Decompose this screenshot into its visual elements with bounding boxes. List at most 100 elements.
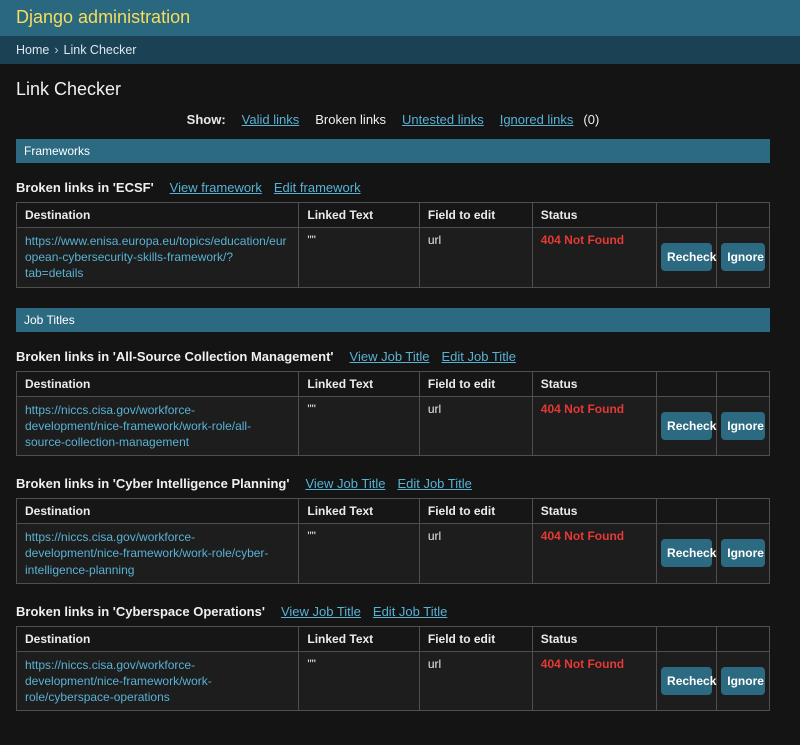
recheck-button[interactable]: Recheck [661, 539, 716, 568]
col-header-destination: Destination [15, 202, 300, 228]
col-header-field-to-edit: Field to edit [418, 370, 533, 397]
col-header-linked-text: Linked Text [298, 370, 420, 397]
col-header-action-1 [656, 625, 718, 652]
links-table-ecsf: Destination Linked Text Field to edit St… [15, 202, 770, 288]
ignore-cell: Ignore [716, 650, 770, 712]
col-header-field-to-edit: Field to edit [418, 498, 533, 525]
status-cell: 404 Not Found [531, 395, 658, 457]
ignored-links-count: (0) [583, 112, 600, 127]
col-header-status: Status [531, 370, 658, 397]
linked-text-cell: "" [298, 227, 420, 288]
recheck-button[interactable]: Recheck [661, 411, 716, 440]
page-title: Link Checker [16, 79, 122, 99]
filter-broken-links: Broken links [315, 112, 387, 127]
ignore-button[interactable]: Ignore [721, 539, 765, 568]
linked-text-cell: "" [298, 523, 420, 584]
ignore-button[interactable]: Ignore [721, 666, 765, 695]
recheck-button[interactable]: Recheck [661, 666, 716, 695]
col-header-action-1 [656, 498, 718, 525]
col-header-linked-text: Linked Text [298, 202, 420, 228]
destination-cell: https://www.enisa.europa.eu/topics/educa… [15, 227, 300, 288]
edit-job-title-link[interactable]: Edit Job Title [397, 476, 471, 491]
view-job-title-link[interactable]: View Job Title [350, 349, 430, 364]
recheck-cell: Recheck [656, 523, 718, 584]
recheck-button[interactable]: Recheck [661, 243, 716, 272]
links-table-cyber-intel: Destination Linked Text Field to edit St… [15, 498, 770, 584]
field-to-edit-cell: url [418, 523, 533, 584]
group-heading-title: Broken links in 'ECSF' [16, 180, 154, 195]
col-header-linked-text: Linked Text [298, 498, 420, 525]
col-header-linked-text: Linked Text [298, 625, 420, 652]
field-to-edit-cell: url [418, 395, 533, 457]
col-header-status: Status [531, 498, 658, 525]
links-table-all-source: Destination Linked Text Field to edit St… [15, 370, 770, 457]
recheck-cell: Recheck [656, 650, 718, 712]
view-job-title-link[interactable]: View Job Title [281, 604, 361, 619]
table-row: https://niccs.cisa.gov/workforce-develop… [15, 650, 770, 712]
col-header-action-2 [716, 625, 770, 652]
main-content: Link Checker Show: Valid links Broken link… [0, 79, 800, 745]
group-heading-title: Broken links in 'Cyberspace Operations' [16, 603, 265, 619]
ignore-button[interactable]: Ignore [721, 243, 765, 272]
destination-link[interactable]: https://www.enisa.europa.eu/topics/educa… [25, 234, 287, 280]
ignore-cell: Ignore [716, 227, 770, 288]
status-cell: 404 Not Found [531, 227, 658, 288]
field-to-edit-cell: url [418, 227, 533, 288]
col-header-action-2 [716, 202, 770, 228]
col-header-action-1 [656, 370, 718, 397]
section-caption-job-titles: Job Titles [16, 307, 770, 332]
ignore-cell: Ignore [716, 395, 770, 457]
col-header-field-to-edit: Field to edit [418, 625, 533, 652]
site-title: Django administration [16, 7, 191, 27]
destination-cell: https://niccs.cisa.gov/workforce-develop… [15, 523, 300, 584]
destination-link[interactable]: https://niccs.cisa.gov/workforce-develop… [25, 530, 268, 576]
col-header-action-2 [716, 498, 770, 525]
group-heading-title: Broken links in 'Cyber Intelligence Plan… [16, 476, 290, 492]
linked-text-cell: "" [298, 650, 420, 712]
status-badge: 404 Not Found [540, 233, 625, 247]
edit-job-title-link[interactable]: Edit Job Title [442, 349, 516, 364]
destination-cell: https://niccs.cisa.gov/workforce-develop… [15, 395, 300, 457]
status-badge: 404 Not Found [540, 529, 625, 544]
ignore-cell: Ignore [716, 523, 770, 584]
group-heading-all-source: Broken links in 'All-Source Collection M… [16, 349, 770, 364]
filter-ignored-links[interactable]: Ignored links [500, 112, 574, 127]
col-header-status: Status [531, 202, 658, 228]
breadcrumb-home-link[interactable]: Home [16, 43, 49, 57]
view-framework-link[interactable]: View framework [170, 180, 262, 195]
col-header-action-1 [656, 202, 718, 228]
breadcrumb-current: Link Checker [63, 43, 137, 57]
table-row: https://niccs.cisa.gov/workforce-develop… [15, 395, 770, 457]
field-to-edit-cell: url [418, 650, 533, 712]
group-heading-ecsf: Broken links in 'ECSF' View framework Edit… [16, 180, 770, 195]
status-badge: 404 Not Found [540, 401, 625, 416]
table-header-row: Destination Linked Text Field to edit St… [15, 625, 770, 652]
destination-link[interactable]: https://niccs.cisa.gov/workforce-develop… [25, 403, 251, 449]
links-table-cyberspace-ops: Destination Linked Text Field to edit St… [15, 625, 770, 712]
table-row: https://www.enisa.europa.eu/topics/educa… [15, 227, 770, 288]
destination-cell: https://niccs.cisa.gov/workforce-develop… [15, 650, 300, 712]
filter-valid-links[interactable]: Valid links [242, 112, 300, 127]
recheck-cell: Recheck [656, 395, 718, 457]
col-header-destination: Destination [15, 498, 300, 525]
site-header: Django administration [0, 0, 800, 36]
destination-link[interactable]: https://niccs.cisa.gov/workforce-develop… [25, 658, 212, 704]
view-job-title-link[interactable]: View Job Title [305, 476, 385, 491]
ignore-button[interactable]: Ignore [721, 411, 765, 440]
filter-untested-links[interactable]: Untested links [402, 112, 484, 127]
table-header-row: Destination Linked Text Field to edit St… [15, 202, 770, 228]
status-cell: 404 Not Found [531, 650, 658, 712]
show-filter-bar: Show: Valid links Broken links Untested lin… [16, 112, 770, 127]
edit-framework-link[interactable]: Edit framework [274, 180, 361, 195]
group-heading-cyber-intel: Broken links in 'Cyber Intelligence Plan… [16, 476, 770, 491]
breadcrumb: Home › Link Checker [0, 36, 800, 64]
edit-job-title-link[interactable]: Edit Job Title [373, 604, 447, 619]
section-caption-frameworks: Frameworks [16, 139, 770, 163]
col-header-destination: Destination [15, 625, 300, 652]
table-row: https://niccs.cisa.gov/workforce-develop… [15, 523, 770, 584]
recheck-cell: Recheck [656, 227, 718, 288]
col-header-field-to-edit: Field to edit [418, 202, 533, 228]
col-header-destination: Destination [15, 370, 300, 397]
status-cell: 404 Not Found [531, 523, 658, 584]
col-header-action-2 [716, 370, 770, 397]
